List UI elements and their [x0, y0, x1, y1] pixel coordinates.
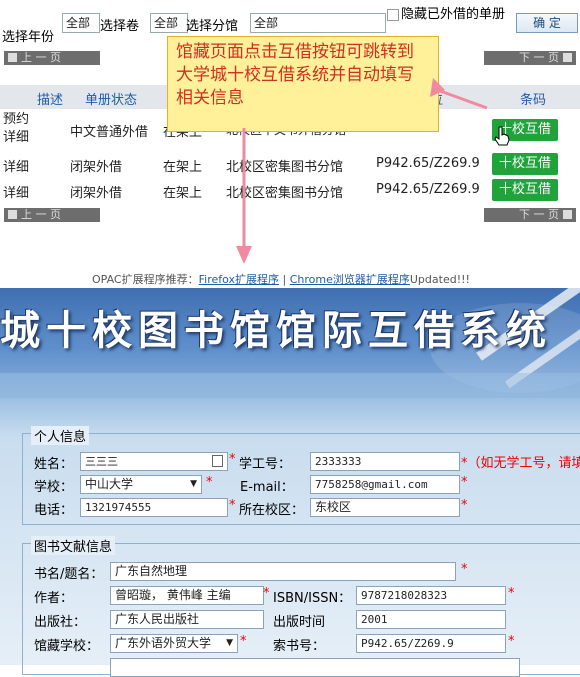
- hide-checked-label: 隐藏已外借的单册: [401, 7, 506, 22]
- prev-icon: [8, 53, 17, 62]
- row-status: 中文普通外借: [70, 125, 149, 140]
- phone-label: 电话：: [34, 503, 74, 518]
- holding-school-select[interactable]: 广东外语外贸大学 ▼: [110, 634, 238, 653]
- table-row: 详细 闭架外借 在架上 北校区密集图书分馆 P942.65/Z269.9 十校互…: [0, 178, 580, 204]
- name-value: 三三三: [85, 455, 118, 468]
- isbn-required: *: [508, 586, 515, 601]
- school-value: 中山大学: [85, 477, 134, 491]
- hand-cursor-icon: [494, 126, 510, 146]
- publisher-label: 出版社：: [34, 615, 87, 630]
- row-status: 闭架外借: [70, 186, 123, 201]
- next-field[interactable]: [110, 658, 520, 677]
- next-page-button[interactable]: 下 一 页: [484, 51, 576, 65]
- name-field[interactable]: 三三三: [80, 452, 228, 471]
- row-desc[interactable]: 预约详细: [3, 111, 33, 147]
- email-field[interactable]: 7758258@gmail.com: [310, 475, 460, 494]
- prev-page-button-bottom[interactable]: 上 一 页: [4, 208, 100, 222]
- holding-school-label: 馆藏学校：: [34, 639, 100, 654]
- row-location: 在架上: [163, 160, 203, 175]
- interlibrary-loan-button[interactable]: 十校互借: [492, 153, 558, 175]
- arrow-down-head-icon: [236, 246, 252, 264]
- book-title-label: 书名/题名：: [34, 567, 104, 582]
- author-label: 作者：: [34, 591, 74, 606]
- year-select[interactable]: 全部: [62, 13, 100, 33]
- next-icon: [563, 210, 572, 219]
- school-label: 学校：: [34, 480, 74, 495]
- row-branch: 北校区密集图书分馆: [226, 160, 344, 175]
- book-title-required: *: [461, 562, 468, 577]
- opac-footer: OPAC扩展程序推荐：Firefox扩展程序 | Chrome浏览器扩展程序Up…: [92, 271, 470, 287]
- pubdate-label: 出版时间: [273, 615, 326, 630]
- isbn-label: ISBN/ISSN：: [273, 591, 352, 606]
- author-field[interactable]: 曾昭璇， 黄伟峰 主编: [110, 586, 264, 605]
- personal-info-legend: 个人信息: [31, 426, 90, 445]
- prev-page-button[interactable]: 上 一 页: [4, 51, 100, 65]
- branch-select[interactable]: 全部: [250, 13, 386, 33]
- email-label: E-mail：: [240, 480, 294, 495]
- col-status: 单册状态: [85, 93, 138, 108]
- campus-label: 所在校区：: [239, 503, 305, 518]
- campus-field[interactable]: 东校区: [310, 498, 460, 517]
- phone-required: *: [229, 498, 236, 513]
- campus-required: *: [461, 498, 468, 513]
- row-branch: 北校区密集图书分馆: [226, 186, 344, 201]
- row-desc[interactable]: 详细: [3, 156, 29, 175]
- name-label: 姓名：: [34, 457, 74, 472]
- isbn-field[interactable]: 9787218028323: [356, 586, 506, 605]
- book-info-legend: 图书文献信息: [31, 536, 116, 555]
- email-required: *: [461, 475, 468, 490]
- footer-prefix: OPAC扩展程序推荐：: [92, 273, 199, 286]
- phone-field[interactable]: 1321974555: [80, 498, 228, 517]
- firefox-ext-link[interactable]: Firefox扩展程序: [199, 273, 279, 286]
- chevron-down-icon: ▼: [190, 479, 197, 489]
- pubdate-field[interactable]: 2001: [356, 610, 506, 629]
- col-desc: 描述: [37, 93, 64, 108]
- prev-icon: [8, 210, 17, 219]
- next-page-button-bottom[interactable]: 下 一 页: [484, 208, 576, 222]
- publisher-field[interactable]: 广东人民出版社: [110, 610, 264, 629]
- chrome-ext-link[interactable]: Chrome浏览器扩展程序: [290, 273, 410, 286]
- holding-school-value: 广东外语外贸大学: [115, 636, 212, 650]
- system-banner: 城十校图书馆馆际互借系统: [0, 288, 580, 398]
- row-status: 闭架外借: [70, 160, 123, 175]
- hide-checked-checkbox[interactable]: [387, 9, 399, 21]
- name-required: *: [229, 452, 236, 467]
- volume-label: 选择卷: [100, 19, 140, 34]
- school-select[interactable]: 中山大学 ▼: [80, 475, 202, 494]
- student-id-hint: *（如无学工号，请填: [461, 456, 580, 471]
- chevron-down-icon: ▼: [226, 638, 233, 648]
- callout-note: 馆藏页面点击互借按钮可跳转到大学城十校互借系统并自动填写相关信息: [167, 36, 439, 132]
- calendar-icon[interactable]: [212, 455, 223, 467]
- volume-select[interactable]: 全部: [150, 13, 188, 33]
- holding-required: *: [240, 634, 247, 649]
- system-title: 城十校图书馆馆际互借系统: [0, 307, 552, 354]
- footer-sep: |: [279, 273, 290, 286]
- interlibrary-loan-button[interactable]: 十校互借: [492, 179, 558, 201]
- student-id-label: 学工号：: [239, 457, 292, 472]
- col-barcode: 条码: [520, 93, 547, 108]
- book-title-field[interactable]: 广东自然地理: [110, 562, 456, 581]
- footer-suffix: Updated!!!: [409, 273, 470, 286]
- branch-label: 选择分馆: [186, 19, 239, 34]
- row-location: 在架上: [163, 186, 203, 201]
- student-id-field[interactable]: 2333333: [310, 452, 460, 471]
- callno-field[interactable]: P942.65/Z269.9: [356, 634, 506, 653]
- table-row: 详细 闭架外借 在架上 北校区密集图书分馆 P942.65/Z269.9 十校互…: [0, 151, 580, 177]
- author-required: *: [263, 586, 270, 601]
- row-callno: P942.65/Z269.9: [376, 182, 480, 197]
- year-label: 选择年份: [2, 30, 55, 45]
- callno-label: 索书号：: [273, 639, 326, 654]
- next-icon: [563, 53, 572, 62]
- callno-required: *: [508, 634, 515, 649]
- row-callno: P942.65/Z269.9: [376, 156, 480, 171]
- row-desc[interactable]: 详细: [3, 182, 29, 201]
- confirm-button[interactable]: 确 定: [516, 13, 578, 33]
- school-required: *: [206, 475, 213, 490]
